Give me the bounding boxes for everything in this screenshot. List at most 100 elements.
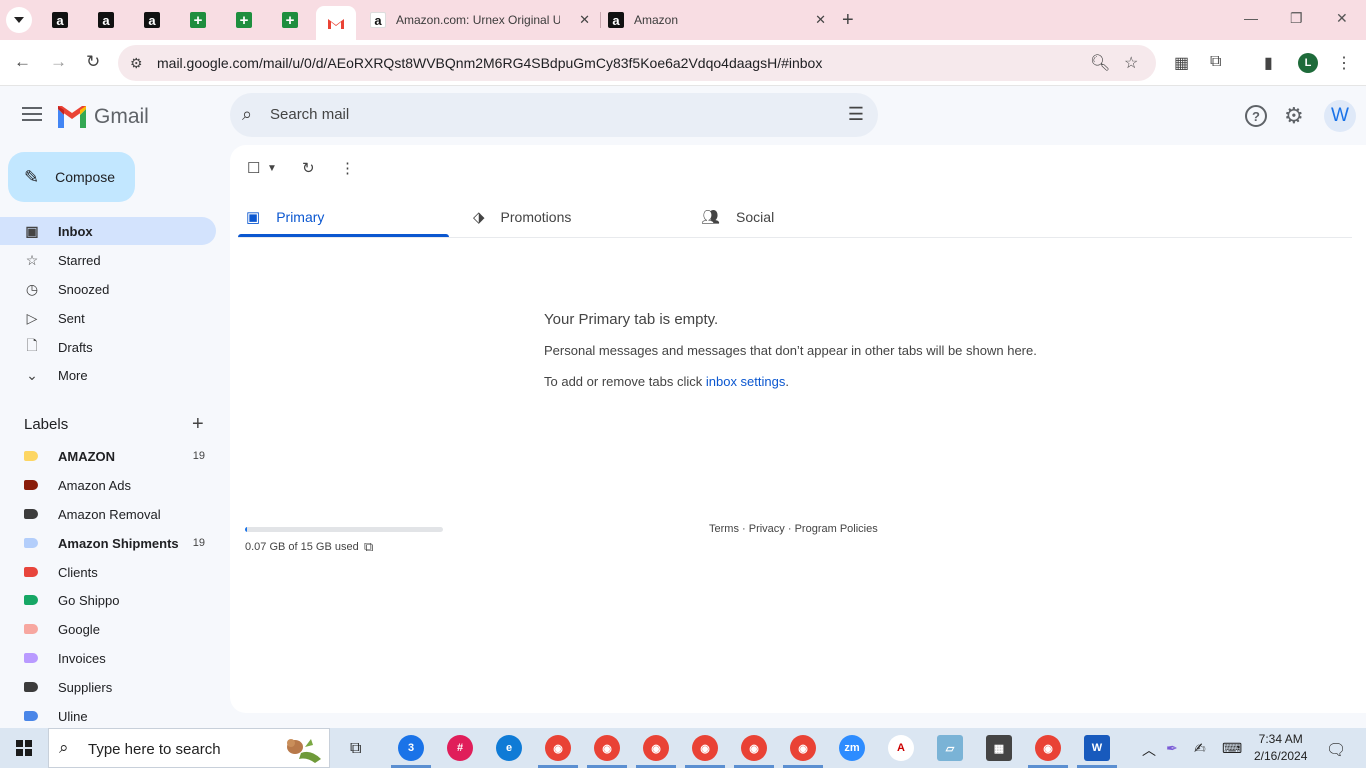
slack-icon[interactable]: # (447, 735, 473, 761)
back-button[interactable]: ← (14, 52, 31, 72)
url-text[interactable]: mail.google.com/mail/u/0/d/AEoRXRQst8WVB… (157, 55, 822, 71)
taskbar-search-input[interactable]: Type here to search (88, 741, 221, 758)
label-uline[interactable]: Uline (0, 702, 216, 730)
address-bar[interactable]: ⚙ mail.google.com/mail/u/0/d/AEoRXRQst8W… (118, 45, 1156, 81)
gmail-logo[interactable]: Gmail (58, 105, 149, 129)
program-policies-link[interactable]: Program Policies (795, 523, 878, 535)
terms-link[interactable]: Terms (709, 523, 739, 535)
profile-avatar[interactable]: L (1298, 53, 1318, 73)
site-info-icon[interactable]: ⚙ (130, 55, 143, 72)
main-menu-icon[interactable] (22, 107, 42, 125)
pinned-tab-amazon-2[interactable]: a (86, 6, 126, 34)
nav-drafts[interactable]: 🗋︎ Drafts (0, 333, 216, 361)
label-go-shippo[interactable]: Go Shippo (0, 586, 216, 614)
notes-app-icon[interactable]: ▱ (937, 735, 963, 761)
notifications-icon[interactable]: 🗨︎ (1326, 740, 1346, 760)
windows-start-icon[interactable] (16, 740, 32, 756)
pinned-tab-amazon-1[interactable]: a (40, 6, 80, 34)
search-options-icon[interactable]: ☰ (848, 104, 864, 125)
account-avatar[interactable]: W (1324, 100, 1356, 132)
inbox-settings-link[interactable]: inbox settings (706, 374, 786, 389)
nav-more[interactable]: ⌄ More (0, 361, 216, 389)
chrome-profile-6-icon[interactable]: ◉ (790, 735, 816, 761)
task-view-icon[interactable]: ⧉ (350, 740, 361, 758)
nav-starred[interactable]: ☆ Starred (0, 246, 216, 274)
tab-primary[interactable]: ▣ Primary (246, 197, 324, 237)
open-external-icon[interactable]: ⧉ (364, 539, 373, 555)
search-input[interactable]: Search mail (270, 106, 349, 123)
handwriting-icon[interactable]: ✍︎ (1194, 740, 1206, 757)
pdf-app-icon[interactable]: A (888, 735, 914, 761)
zoom-app-icon[interactable]: zm (839, 735, 865, 761)
mail-app-icon[interactable]: 3 (398, 735, 424, 761)
bookmark-star-icon[interactable]: ☆ (1124, 53, 1138, 73)
edge-icon[interactable]: e (496, 735, 522, 761)
refresh-icon[interactable]: ↻ (302, 159, 315, 177)
close-icon[interactable]: ✕ (815, 12, 826, 28)
qr-code-icon[interactable]: ▦ (1174, 53, 1189, 73)
pinned-tab-sheets-1[interactable]: + (178, 6, 218, 34)
chrome-profile-7-icon[interactable]: ◉ (1035, 735, 1061, 761)
side-panel-icon[interactable]: ▮ (1264, 53, 1273, 73)
taskbar-clock[interactable]: 7:34 AM 2/16/2024 (1254, 731, 1307, 765)
pen-icon[interactable]: ✒ (1166, 740, 1178, 757)
chrome-menu-icon[interactable]: ⋮ (1336, 53, 1352, 73)
amazon-icon: a (144, 12, 160, 28)
compose-button[interactable]: ✎ Compose (8, 152, 135, 202)
more-options-icon[interactable]: ⋮ (340, 159, 355, 177)
keyboard-icon[interactable]: ⌨ (1222, 740, 1242, 757)
close-icon[interactable]: ✕ (579, 12, 590, 28)
chrome-profile-3-icon[interactable]: ◉ (643, 735, 669, 761)
pinned-tab-sheets-3[interactable]: + (270, 6, 310, 34)
label-name: Invoices (58, 650, 106, 666)
label-suppliers[interactable]: Suppliers (0, 673, 216, 701)
word-icon[interactable]: W (1084, 735, 1110, 761)
chrome-profile-1-icon[interactable]: ◉ (545, 735, 571, 761)
tab-title: Amazon (634, 13, 679, 27)
pinned-tab-sheets-2[interactable]: + (224, 6, 264, 34)
privacy-link[interactable]: Privacy (749, 523, 785, 535)
label-tag-icon (24, 682, 38, 692)
nav-snoozed[interactable]: ◷ Snoozed (0, 275, 216, 303)
reload-button[interactable]: ↻ (86, 52, 100, 72)
label-amazon-shipments[interactable]: Amazon Shipments 19 (0, 529, 216, 557)
minimize-button[interactable]: — (1244, 10, 1258, 26)
new-tab-button[interactable]: + (842, 9, 854, 32)
label-invoices[interactable]: Invoices (0, 644, 216, 672)
forward-button[interactable]: → (50, 52, 67, 72)
label-clients[interactable]: Clients (0, 558, 216, 586)
taskbar-search[interactable]: ⌕ Type here to search (48, 728, 330, 768)
help-icon[interactable]: ? (1245, 105, 1267, 127)
compose-label: Compose (55, 169, 116, 185)
zoom-icon[interactable]: 🔍︎ (1090, 53, 1110, 73)
extensions-icon[interactable]: ⧉ (1210, 53, 1221, 71)
nav-inbox[interactable]: ▣ Inbox (0, 217, 216, 245)
add-label-button[interactable]: + (192, 413, 204, 436)
chrome-profile-4-icon[interactable]: ◉ (692, 735, 718, 761)
search-icon[interactable]: ⌕ (242, 104, 252, 125)
label-amazon[interactable]: AMAZON 19 (0, 442, 216, 470)
tab-amazon[interactable]: a Amazon ✕ (598, 6, 834, 34)
label-amazon-ads[interactable]: Amazon Ads (0, 471, 216, 499)
tab-social[interactable]: 👥︎ Social (701, 197, 774, 237)
select-dropdown-chevron-icon[interactable]: ▼ (267, 163, 277, 174)
tab-search-button[interactable] (6, 7, 32, 33)
close-window-button[interactable]: ✕ (1336, 10, 1348, 27)
pinned-tab-amazon-3[interactable]: a (132, 6, 172, 34)
tab-promotions[interactable]: ⬗ Promotions (473, 197, 571, 237)
nav-sent[interactable]: ▷ Sent (0, 304, 216, 332)
chrome-profile-2-icon[interactable]: ◉ (594, 735, 620, 761)
show-hidden-icons-chevron-icon[interactable]: ︿ (1142, 740, 1156, 760)
label-count: 19 (192, 537, 205, 549)
settings-gear-icon[interactable]: ⚙ (1284, 103, 1304, 129)
calculator-icon[interactable]: ▦ (986, 735, 1012, 761)
tab-amazon-product[interactable]: a Amazon.com: Urnex Original Ur ✕ (360, 6, 598, 34)
label-tag-icon (24, 624, 38, 634)
chrome-profile-5-icon[interactable]: ◉ (741, 735, 767, 761)
label-amazon-removal[interactable]: Amazon Removal (0, 500, 216, 528)
pinned-tab-gmail[interactable] (316, 6, 356, 40)
label-google[interactable]: Google (0, 615, 216, 643)
search-bar[interactable]: ⌕ Search mail ☰ (230, 93, 878, 137)
select-all-checkbox[interactable]: ☐ (247, 159, 260, 177)
restore-button[interactable]: ❐ (1290, 10, 1303, 27)
